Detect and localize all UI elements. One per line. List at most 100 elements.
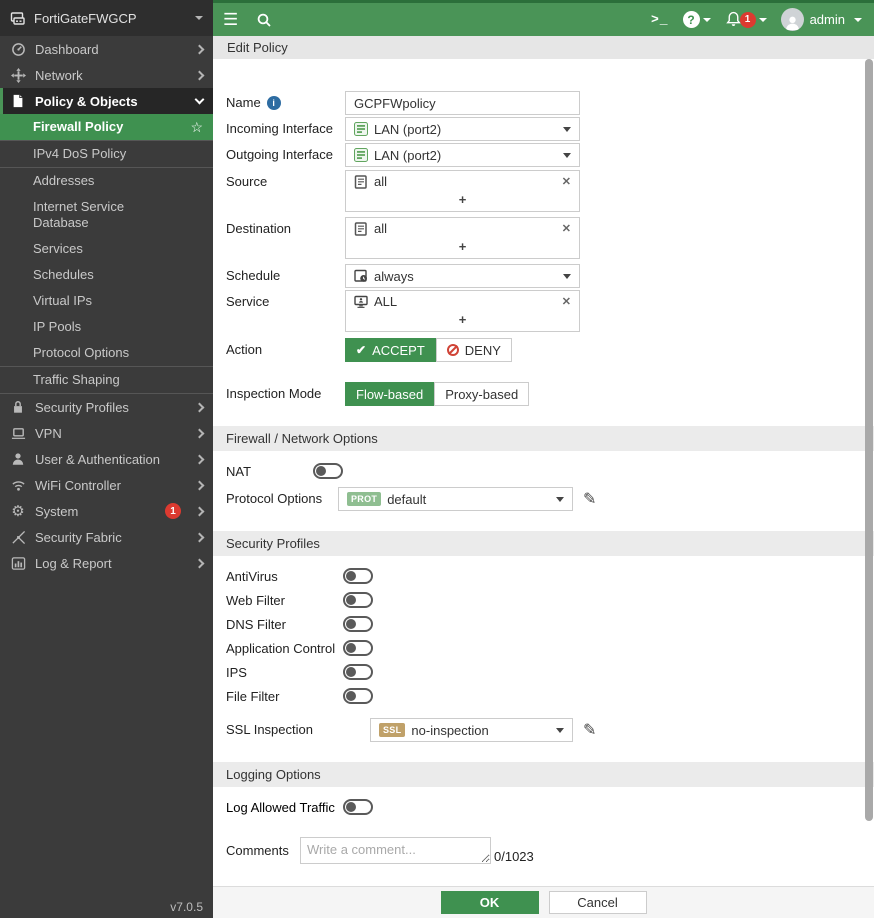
sidebar: FortiGateFWGCP Dashboard Network Policy … xyxy=(0,0,213,918)
deny-button[interactable]: DENY xyxy=(436,338,512,362)
notifications-menu[interactable]: 1 xyxy=(725,11,767,28)
sidebar-item-dashboard[interactable]: Dashboard xyxy=(0,36,213,62)
name-row: Name i xyxy=(226,91,846,115)
file-filter-row: File Filter xyxy=(226,688,846,704)
search-icon[interactable] xyxy=(256,12,272,28)
ips-row: IPS xyxy=(226,664,846,680)
ok-button[interactable]: OK xyxy=(441,891,539,914)
section-firewall-network-options: Firewall / Network Options xyxy=(213,426,874,451)
nat-row: NAT xyxy=(226,463,846,479)
remove-icon[interactable]: ✕ xyxy=(562,175,571,188)
sidebar-item-security-fabric[interactable]: Security Fabric xyxy=(0,524,213,550)
address-object-icon xyxy=(354,222,368,236)
protocol-options-select[interactable]: PROT default xyxy=(338,487,573,511)
incoming-interface-select[interactable]: LAN (port2) xyxy=(345,117,580,141)
help-menu[interactable]: ? xyxy=(683,11,711,28)
fortigate-logo-icon xyxy=(10,10,26,26)
schedule-select[interactable]: always xyxy=(345,264,580,288)
avatar xyxy=(781,8,804,31)
wifi-icon xyxy=(10,477,26,493)
sidebar-subitem-ip-pools[interactable]: IP Pools xyxy=(0,314,213,340)
source-entry[interactable]: all ✕ xyxy=(346,171,579,191)
scrollbar-thumb[interactable] xyxy=(865,59,873,821)
application-control-toggle[interactable] xyxy=(343,640,373,656)
log-allowed-traffic-toggle[interactable] xyxy=(343,799,373,815)
accept-button[interactable]: ✔ ACCEPT xyxy=(345,338,436,362)
address-object-icon xyxy=(354,175,368,189)
sidebar-item-wifi-controller[interactable]: WiFi Controller xyxy=(0,472,213,498)
chevron-right-icon xyxy=(195,532,205,542)
dns-filter-toggle[interactable] xyxy=(343,616,373,632)
sidebar-item-label: WiFi Controller xyxy=(35,478,187,493)
alert-count-badge: 1 xyxy=(165,503,181,519)
sidebar-item-policy-objects[interactable]: Policy & Objects xyxy=(0,88,213,114)
nat-toggle[interactable] xyxy=(313,463,343,479)
chevron-right-icon xyxy=(195,480,205,490)
info-icon[interactable]: i xyxy=(267,96,281,110)
cli-console-icon[interactable]: >_ xyxy=(651,12,669,27)
web-filter-toggle[interactable] xyxy=(343,592,373,608)
service-entry[interactable]: ALL ✕ xyxy=(346,291,579,311)
outgoing-interface-label: Outgoing Interface xyxy=(226,143,345,162)
sidebar-item-vpn[interactable]: VPN xyxy=(0,420,213,446)
gear-icon: ⚙ xyxy=(10,503,26,519)
sidebar-item-system[interactable]: ⚙ System 1 xyxy=(0,498,213,524)
file-filter-toggle[interactable] xyxy=(343,688,373,704)
sidebar-item-network[interactable]: Network xyxy=(0,62,213,88)
sidebar-item-label: System xyxy=(35,504,156,519)
sidebar-subitem-schedules[interactable]: Schedules xyxy=(0,262,213,288)
sidebar-subitem-traffic-shaping[interactable]: Traffic Shaping xyxy=(0,366,213,394)
sidebar-subitem-internet-service-database[interactable]: Internet Service Database xyxy=(0,194,160,236)
sidebar-subitem-ipv4-dos-policy[interactable]: IPv4 DoS Policy xyxy=(0,140,213,168)
antivirus-label: AntiVirus xyxy=(226,569,343,584)
flow-based-button[interactable]: Flow-based xyxy=(345,382,434,406)
edit-pencil-icon[interactable]: ✎ xyxy=(583,720,596,740)
destination-entry[interactable]: all ✕ xyxy=(346,218,579,238)
sidebar-item-label: Policy & Objects xyxy=(35,94,187,109)
ssl-inspection-select[interactable]: SSL no-inspection xyxy=(370,718,573,742)
sidebar-item-log-report[interactable]: Log & Report xyxy=(0,550,213,576)
remove-icon[interactable]: ✕ xyxy=(562,222,571,235)
outgoing-interface-select[interactable]: LAN (port2) xyxy=(345,143,580,167)
incoming-interface-label: Incoming Interface xyxy=(226,117,345,136)
comments-row: Comments 0/1023 xyxy=(226,837,846,864)
sidebar-subitem-firewall-policy[interactable]: Firewall Policy ☆ xyxy=(0,114,213,140)
comments-textarea[interactable] xyxy=(300,837,491,864)
incoming-interface-row: Incoming Interface LAN (port2) xyxy=(226,117,846,141)
service-label: Service xyxy=(226,290,345,309)
web-filter-row: Web Filter xyxy=(226,592,846,608)
sidebar-item-user-authentication[interactable]: User & Authentication xyxy=(0,446,213,472)
sidebar-subitem-services[interactable]: Services xyxy=(0,236,213,262)
cancel-button[interactable]: Cancel xyxy=(549,891,647,914)
hamburger-menu-icon[interactable]: ☰ xyxy=(223,11,238,28)
sidebar-item-security-profiles[interactable]: Security Profiles xyxy=(0,394,213,420)
protocol-options-row: Protocol Options PROT default ✎ xyxy=(226,487,846,511)
sidebar-item-label: Network xyxy=(35,68,187,83)
schedule-label: Schedule xyxy=(226,264,345,283)
device-selector[interactable]: FortiGateFWGCP xyxy=(0,0,213,36)
inspection-mode-row: Inspection Mode Flow-based Proxy-based xyxy=(226,382,846,406)
topbar: ☰ >_ ? 1 admin xyxy=(213,0,874,36)
section-logging-options: Logging Options xyxy=(213,762,874,787)
outgoing-interface-value: LAN (port2) xyxy=(374,148,441,163)
add-destination-button[interactable]: + xyxy=(346,238,579,258)
remove-icon[interactable]: ✕ xyxy=(562,295,571,308)
sidebar-item-label: Security Profiles xyxy=(35,400,187,415)
add-service-button[interactable]: + xyxy=(346,311,579,331)
chevron-right-icon xyxy=(195,428,205,438)
sidebar-subitem-protocol-options[interactable]: Protocol Options xyxy=(0,340,213,366)
edit-pencil-icon[interactable]: ✎ xyxy=(583,489,596,509)
ips-toggle[interactable] xyxy=(343,664,373,680)
antivirus-toggle[interactable] xyxy=(343,568,373,584)
sidebar-subitem-virtual-ips[interactable]: Virtual IPs xyxy=(0,288,213,314)
incoming-interface-value: LAN (port2) xyxy=(374,122,441,137)
favorite-star-icon[interactable]: ☆ xyxy=(190,119,203,135)
sidebar-subitem-addresses[interactable]: Addresses xyxy=(0,168,213,194)
policy-name-input[interactable] xyxy=(345,91,580,115)
ssl-badge: SSL xyxy=(379,723,405,737)
page-title-bar: Edit Policy xyxy=(213,36,874,59)
admin-menu[interactable]: admin xyxy=(781,8,862,31)
proxy-based-button[interactable]: Proxy-based xyxy=(434,382,529,406)
add-source-button[interactable]: + xyxy=(346,191,579,211)
dns-filter-row: DNS Filter xyxy=(226,616,846,632)
